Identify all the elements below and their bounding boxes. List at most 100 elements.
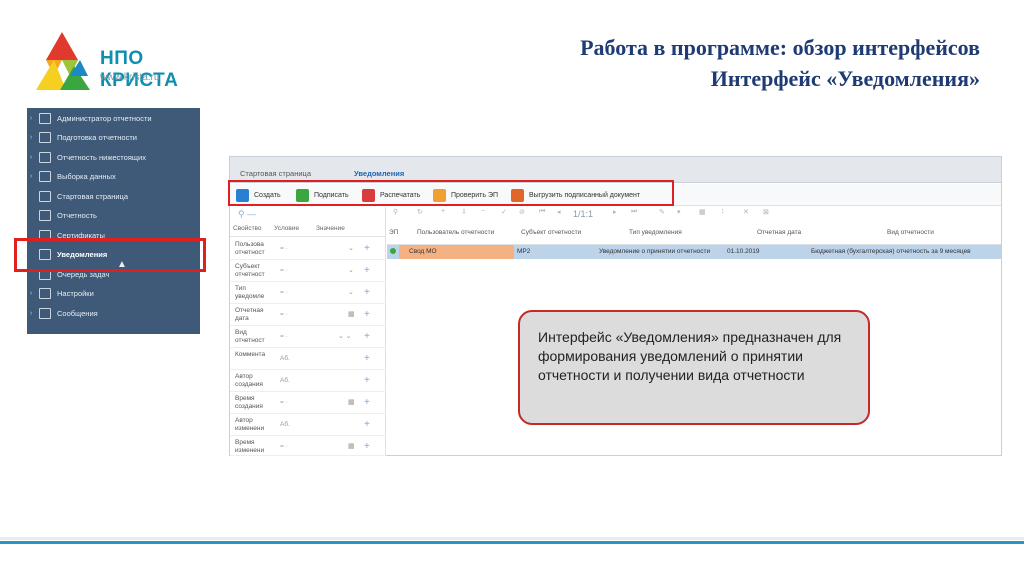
column-header-kind[interactable]: Вид отчетности: [887, 229, 934, 236]
last-page-icon[interactable]: ⏭: [631, 208, 637, 216]
refresh-icon[interactable]: ↻: [417, 208, 423, 216]
sidebar-item-settings[interactable]: › Настройки: [27, 284, 200, 303]
callout-text: Интерфейс «Уведомления» предназначен для…: [538, 329, 842, 383]
filter-cond[interactable]: = ·: [280, 289, 288, 296]
tab-start-page[interactable]: Стартовая страница: [240, 169, 311, 178]
add-icon[interactable]: +: [364, 419, 370, 430]
status-dot-icon: [390, 248, 396, 254]
filter-prop: Вид отчетност: [235, 329, 265, 344]
filter-row[interactable]: Время изменени = · ▦ +: [230, 436, 386, 456]
clear-filter-icon[interactable]: ✕: [743, 208, 749, 216]
filter-value-control[interactable]: ⌄: [348, 266, 354, 274]
check-icon[interactable]: ✓: [501, 208, 507, 216]
add-icon[interactable]: +: [364, 309, 370, 320]
filter-value-control[interactable]: ⌄: [348, 288, 354, 296]
add-icon[interactable]: +: [364, 375, 370, 386]
columns-icon[interactable]: ▦: [699, 208, 706, 216]
sort-icon[interactable]: ▾: [677, 208, 681, 216]
minus-icon[interactable]: −: [481, 208, 485, 215]
column-header-subject[interactable]: Субъект отчетности: [521, 229, 581, 236]
pager-text: 1/1:1: [573, 209, 594, 219]
message-icon: [39, 308, 51, 319]
grid-header: ЭП Пользователь отчетности Субъект отчет…: [387, 221, 1001, 245]
sidebar-item-label: Отчетность: [57, 211, 97, 220]
column-header-type[interactable]: Тип уведомления: [629, 229, 682, 236]
sidebar-item-prepare[interactable]: › Подготовка отчетности: [27, 128, 200, 147]
add-icon[interactable]: +: [441, 208, 445, 215]
filter-icon[interactable]: ⚲ —: [238, 209, 256, 220]
logo-name: НПО КРИСТА: [100, 48, 179, 91]
filter-row[interactable]: Автор создания Аб. +: [230, 370, 386, 392]
filter-row[interactable]: Отчетная дата = · ▦ +: [230, 304, 386, 326]
sidebar-item-label: Сообщения: [57, 309, 98, 318]
filter-prop: Автор изменени: [235, 417, 265, 432]
filter-row[interactable]: Коммента Аб. +: [230, 348, 386, 370]
add-icon[interactable]: +: [364, 265, 370, 276]
cursor-icon: ▲: [117, 259, 127, 270]
add-icon[interactable]: +: [364, 287, 370, 298]
edit-icon[interactable]: ✎: [659, 208, 665, 216]
next-page-icon[interactable]: ▸: [613, 208, 617, 216]
add-icon[interactable]: +: [364, 353, 370, 364]
column-header-date[interactable]: Отчетная дата: [757, 229, 801, 236]
filter-prop: Субъект отчетност: [235, 263, 265, 278]
highlight-frame-toolbar: [228, 180, 674, 206]
export-grid-icon[interactable]: ⊠: [763, 208, 769, 216]
cell-user: Свод МО: [409, 248, 437, 255]
download-icon[interactable]: ⇩: [461, 208, 467, 216]
settings-icon: [39, 288, 51, 299]
data-select-icon: [39, 171, 51, 182]
filter-cond[interactable]: = ·: [280, 333, 288, 340]
filter-cond[interactable]: = ·: [280, 311, 288, 318]
filter-cond[interactable]: = ·: [280, 267, 288, 274]
sidebar: › Администратор отчетности › Подготовка от…: [27, 108, 200, 334]
filter-row[interactable]: Тип уведомле = · ⌄ +: [230, 282, 386, 304]
tab-notifications[interactable]: Уведомления: [354, 169, 405, 182]
column-header-user[interactable]: Пользователь отчетности: [417, 229, 494, 236]
filter-row[interactable]: Время создания = · ▦ +: [230, 392, 386, 414]
add-icon[interactable]: +: [364, 397, 370, 408]
filter-header: Свойство Условие Значение: [230, 221, 386, 237]
column-header-signature[interactable]: ЭП: [389, 229, 398, 236]
filter-cond[interactable]: = ·: [280, 443, 288, 450]
filter-value-control[interactable]: ⌄ ⌄: [338, 332, 352, 340]
sidebar-item-subordinate[interactable]: › Отчетность нижестоящих: [27, 148, 200, 167]
sidebar-item-label: Настройки: [57, 289, 94, 298]
add-icon[interactable]: +: [364, 243, 370, 254]
sort-az-icon[interactable]: ↕: [721, 208, 725, 215]
filter-row[interactable]: Автор изменени Аб. +: [230, 414, 386, 436]
sidebar-item-admin[interactable]: › Администратор отчетности: [27, 109, 200, 128]
cancel-icon[interactable]: ⊘: [519, 208, 525, 216]
calendar-icon[interactable]: ▦: [348, 398, 355, 406]
calendar-icon[interactable]: ▦: [348, 310, 355, 318]
admin-icon: [39, 113, 51, 124]
filter-prop: Пользова отчетност: [235, 241, 265, 256]
filter-cond[interactable]: = ·: [280, 399, 288, 406]
filter-cond[interactable]: = ·: [280, 245, 288, 252]
sidebar-item-data-select[interactable]: › Выборка данных: [27, 167, 200, 186]
sidebar-item-home[interactable]: Стартовая страница: [27, 187, 200, 206]
calendar-icon[interactable]: ▦: [348, 442, 355, 450]
filter-icon[interactable]: ⚲: [393, 208, 398, 216]
filter-row[interactable]: Пользова отчетност = · ⌄ +: [230, 238, 386, 260]
filter-cond[interactable]: Аб.: [280, 355, 290, 362]
first-page-icon[interactable]: ⏮: [539, 208, 545, 216]
add-icon[interactable]: +: [364, 331, 370, 342]
sidebar-item-label: Стартовая страница: [57, 192, 129, 201]
filter-cond[interactable]: Аб.: [280, 377, 290, 384]
filter-value-control[interactable]: ⌄: [348, 244, 354, 252]
add-icon[interactable]: +: [364, 441, 370, 452]
footer-line-light: [0, 537, 1024, 540]
subordinate-icon: [39, 152, 51, 163]
logo-triangles-icon: [36, 32, 90, 90]
filter-cond[interactable]: Аб.: [280, 421, 290, 428]
callout-box: Интерфейс «Уведомления» предназначен для…: [518, 310, 870, 425]
sidebar-item-messages[interactable]: › Сообщения: [27, 304, 200, 323]
filter-row[interactable]: Вид отчетност = · ⌄ ⌄ +: [230, 326, 386, 348]
cell-type: Уведомление о принятии отчетности: [599, 248, 711, 255]
sidebar-item-report[interactable]: Отчетность: [27, 206, 200, 225]
filter-row[interactable]: Субъект отчетност = · ⌄ +: [230, 260, 386, 282]
prev-page-icon[interactable]: ◂: [557, 208, 561, 216]
prepare-icon: [39, 132, 51, 143]
table-row[interactable]: Свод МО МР2 Уведомление о принятии отчет…: [387, 245, 1001, 259]
